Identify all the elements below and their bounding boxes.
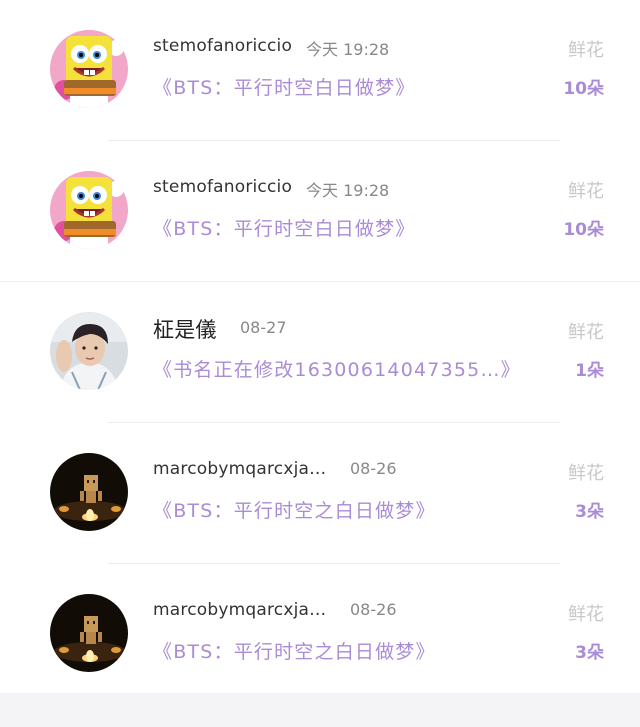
flower-count: 10朵 [563,79,604,99]
flower-count: 3朵 [575,643,604,663]
book-title-link[interactable]: 《BTS：平行时空白日做梦》 [153,214,416,241]
gift-record-list: stemofanoriccio 今天 19:28 《BTS：平行时空白日做梦》 … [0,0,640,705]
avatar[interactable] [50,594,128,672]
user-name[interactable]: 柾是儀 [153,314,217,344]
flower-label: 鲜花 [568,463,604,484]
book-title-link[interactable]: 《BTS：平行时空白日做梦》 [153,73,416,100]
candle-figure-avatar-icon [50,594,128,672]
book-title-link[interactable]: 《BTS：平行时空之白日做梦》 [153,496,436,523]
spongebob-avatar-icon [50,171,128,249]
bottom-bar [0,693,640,727]
gift-time: 08-26 [350,600,397,619]
avatar[interactable] [50,453,128,531]
flower-count: 10朵 [563,220,604,240]
list-item[interactable]: stemofanoriccio 今天 19:28 《BTS：平行时空白日做梦》 … [0,141,640,282]
list-item[interactable]: stemofanoriccio 今天 19:28 《BTS：平行时空白日做梦》 … [0,0,640,141]
user-name[interactable]: stemofanoriccio [153,177,292,197]
candle-figure-avatar-icon [50,453,128,531]
flower-label: 鲜花 [568,604,604,625]
person-avatar-icon [50,312,128,390]
user-name[interactable]: stemofanoriccio [153,36,292,56]
list-item[interactable]: marcobymqarcxja… 08-26 《BTS：平行时空之白日做梦》 鲜… [0,423,640,564]
book-title-link[interactable]: 《BTS：平行时空之白日做梦》 [153,637,436,664]
flower-count: 3朵 [575,502,604,522]
user-name[interactable]: marcobymqarcxja… [153,600,326,620]
spongebob-avatar-icon [50,30,128,108]
list-item[interactable]: 柾是儀 08-27 《书名正在修改16300614047355…》 鲜花 1朵 [0,282,640,423]
avatar[interactable] [50,30,128,108]
book-title-link[interactable]: 《书名正在修改16300614047355…》 [153,355,521,382]
user-name[interactable]: marcobymqarcxja… [153,459,326,479]
avatar[interactable] [50,312,128,390]
gift-time: 08-26 [350,459,397,478]
flower-label: 鲜花 [568,40,604,61]
gift-time: 08-27 [240,318,287,337]
flower-label: 鲜花 [568,181,604,202]
flower-count: 1朵 [575,361,604,381]
gift-time: 今天 19:28 [306,181,390,200]
list-item[interactable]: marcobymqarcxja… 08-26 《BTS：平行时空之白日做梦》 鲜… [0,564,640,705]
avatar[interactable] [50,171,128,249]
gift-time: 今天 19:28 [306,40,390,59]
flower-label: 鲜花 [568,322,604,343]
